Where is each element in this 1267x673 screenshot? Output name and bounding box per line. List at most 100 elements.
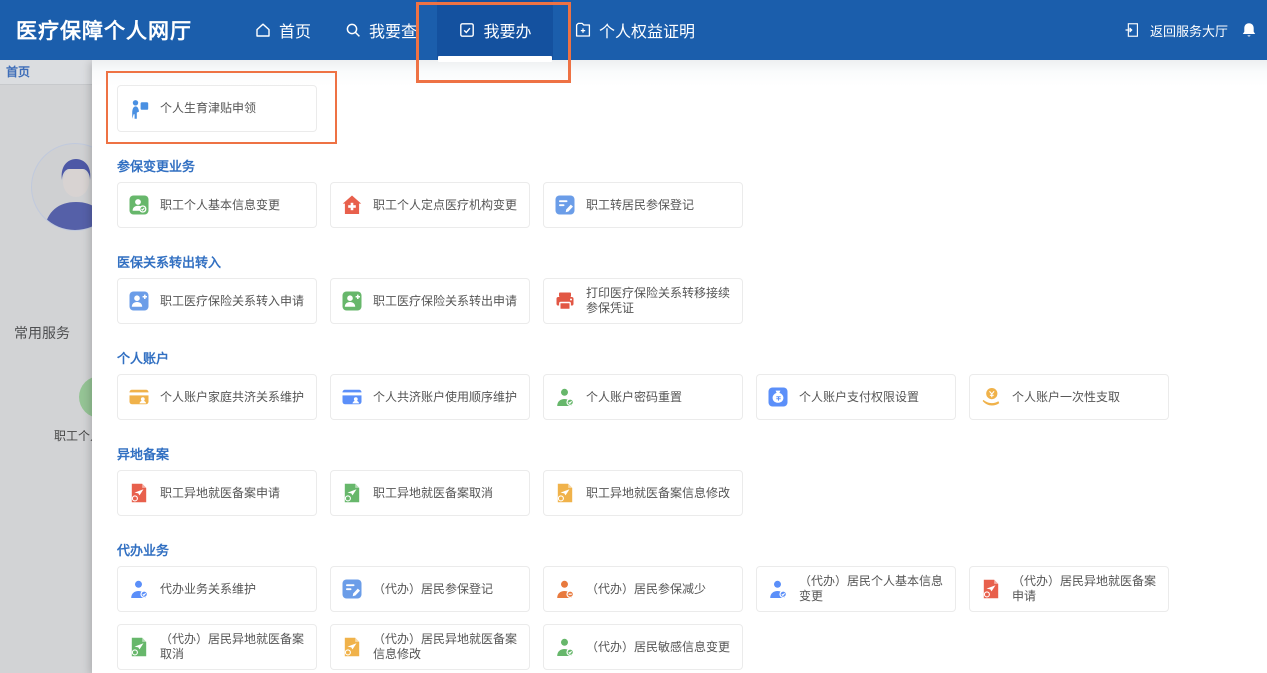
person-check-icon: [128, 578, 150, 600]
service-card[interactable]: （代办）居民异地就医备案取消: [117, 624, 317, 670]
section-title: 医保关系转出转入: [117, 252, 1267, 271]
exit-doc-icon: [1124, 21, 1141, 39]
printer-icon: [554, 290, 576, 312]
service-sections: 参保变更业务职工个人基本信息变更 职工个人定点医疗机构变更 职工转居民参保登记医保关…: [117, 156, 1267, 670]
doc-plane-icon: [128, 482, 150, 504]
featured-service-area: 个人生育津贴申领: [117, 85, 317, 132]
service-card[interactable]: （代办）居民参保减少: [543, 566, 743, 612]
service-card[interactable]: 个人账户支付权限设置: [756, 374, 956, 420]
section-cards: 职工异地就医备案申请 职工异地就医备案取消 职工异地就医备案信息修改: [117, 470, 1209, 516]
section-title: 代办业务: [117, 540, 1267, 559]
person-check-icon: [554, 386, 576, 408]
service-card-label: 打印医疗保险关系转移接续参保凭证: [586, 286, 732, 316]
service-card[interactable]: 职工个人基本信息变更: [117, 182, 317, 228]
service-card-label: （代办）居民异地就医备案取消: [160, 632, 306, 662]
nav-label: 个人权益证明: [599, 18, 695, 42]
page-tabstrip: 首页: [0, 60, 92, 85]
service-card[interactable]: （代办）居民异地就医备案信息修改: [330, 624, 530, 670]
active-tab-indicator: [438, 56, 552, 62]
service-card-maternity-allowance[interactable]: 个人生育津贴申领: [117, 85, 317, 132]
service-card[interactable]: 职工医疗保险关系转入申请: [117, 278, 317, 324]
page: 首页 常用服务 职工个人 个人生育津贴申领 参保变更业务职工个人基本信息变更职工…: [0, 0, 1267, 673]
service-card[interactable]: 打印医疗保险关系转移接续参保凭证: [543, 278, 743, 324]
nav-item-home[interactable]: 首页: [254, 0, 311, 60]
house-cross-icon: [341, 194, 363, 216]
person-plus-box-icon: [128, 290, 150, 312]
service-card-label: 个人生育津贴申领: [160, 101, 256, 116]
breadcrumb-tab-home[interactable]: 首页: [6, 65, 30, 79]
services-dropdown-panel: 个人生育津贴申领 参保变更业务职工个人基本信息变更 职工个人定点医疗机构变更 职工转…: [92, 60, 1267, 673]
service-card-label: 个人账户支付权限设置: [799, 390, 919, 405]
service-card[interactable]: 个人账户密码重置: [543, 374, 743, 420]
section-title: 参保变更业务: [117, 156, 1267, 175]
home-icon: [254, 21, 272, 39]
doc-plane-icon: [128, 636, 150, 658]
mother-baby-icon: [128, 98, 150, 120]
coin-hand-icon: [980, 386, 1002, 408]
doc-plane-icon: [554, 482, 576, 504]
bank-card-icon: [341, 386, 363, 408]
doc-pen-box-icon: [341, 578, 363, 600]
money-bag-box-icon: [767, 386, 789, 408]
service-card[interactable]: 职工转居民参保登记: [543, 182, 743, 228]
service-card[interactable]: （代办）居民敏感信息变更: [543, 624, 743, 670]
nav-label: 我要办: [483, 18, 531, 42]
section-cards: 代办业务关系维护 （代办）居民参保登记 （代办）居民参保减少 （代办）居民个人基本信息…: [117, 566, 1209, 670]
return-hall-label: 返回服务大厅: [1150, 21, 1228, 40]
service-card-label: （代办）居民参保登记: [373, 582, 493, 597]
doc-plane-icon: [980, 578, 1002, 600]
service-card[interactable]: （代办）居民参保登记: [330, 566, 530, 612]
checklist-icon: [458, 21, 476, 39]
service-card[interactable]: 职工医疗保险关系转出申请: [330, 278, 530, 324]
service-card-label: （代办）居民个人基本信息变更: [799, 574, 945, 604]
bank-card-icon: [128, 386, 150, 408]
service-card[interactable]: 代办业务关系维护: [117, 566, 317, 612]
service-section: 代办业务代办业务关系维护 （代办）居民参保登记 （代办）居民参保减少 （代办）居民个人…: [117, 540, 1267, 670]
service-card-label: 个人共济账户使用顺序维护: [373, 390, 517, 405]
section-cards: 职工个人基本信息变更 职工个人定点医疗机构变更 职工转居民参保登记: [117, 182, 1209, 228]
nav-label: 我要查: [369, 18, 417, 42]
service-card-label: 职工异地就医备案申请: [160, 486, 280, 501]
service-card[interactable]: （代办）居民异地就医备案申请: [969, 566, 1169, 612]
nav-item-rights-certificate[interactable]: 个人权益证明: [574, 0, 695, 60]
section-title: 异地备案: [117, 444, 1267, 463]
section-cards: 职工医疗保险关系转入申请 职工医疗保险关系转出申请 打印医疗保险关系转移接续参保凭证: [117, 278, 1209, 324]
person-check-icon: [554, 636, 576, 658]
service-card-label: 个人账户密码重置: [586, 390, 682, 405]
app-title: 医疗保障个人网厅: [16, 0, 192, 60]
service-card-label: 职工医疗保险关系转入申请: [160, 294, 304, 309]
service-card[interactable]: 个人共济账户使用顺序维护: [330, 374, 530, 420]
folder-plus-icon: [574, 21, 592, 39]
service-card[interactable]: 个人账户一次性支取: [969, 374, 1169, 420]
person-plus-box-icon: [341, 290, 363, 312]
service-card[interactable]: 职工异地就医备案申请: [117, 470, 317, 516]
person-check-icon: [767, 578, 789, 600]
service-card[interactable]: 职工个人定点医疗机构变更: [330, 182, 530, 228]
service-card-label: 职工异地就医备案信息修改: [586, 486, 730, 501]
service-section: 异地备案职工异地就医备案申请 职工异地就医备案取消 职工异地就医备案信息修改: [117, 444, 1267, 516]
service-section: 参保变更业务职工个人基本信息变更 职工个人定点医疗机构变更 职工转居民参保登记: [117, 156, 1267, 228]
service-section: 医保关系转出转入职工医疗保险关系转入申请 职工医疗保险关系转出申请 打印医疗保险关系…: [117, 252, 1267, 324]
service-card[interactable]: 个人账户家庭共济关系维护: [117, 374, 317, 420]
notification-bell-icon[interactable]: [1240, 0, 1258, 60]
service-card-label: 职工个人定点医疗机构变更: [373, 198, 517, 213]
doc-plane-icon: [341, 482, 363, 504]
service-card-label: （代办）居民参保减少: [586, 582, 706, 597]
search-icon: [344, 21, 362, 39]
return-service-hall-link[interactable]: 返回服务大厅: [1124, 0, 1228, 60]
nav-item-services-active[interactable]: 我要办: [437, 0, 553, 60]
person-check-box-icon: [128, 194, 150, 216]
service-card[interactable]: （代办）居民个人基本信息变更: [756, 566, 956, 612]
nav-label: 首页: [279, 18, 311, 42]
sidebar-section-title: 常用服务: [14, 323, 70, 343]
service-card-label: 职工医疗保险关系转出申请: [373, 294, 517, 309]
section-title: 个人账户: [117, 348, 1267, 367]
service-card-label: 个人账户家庭共济关系维护: [160, 390, 304, 405]
service-section: 个人账户个人账户家庭共济关系维护 个人共济账户使用顺序维护 个人账户密码重置 个人账户…: [117, 348, 1267, 420]
top-navbar: 医疗保障个人网厅 首页 我要查 我要办 个人权益证明 返回服务大厅: [0, 0, 1267, 60]
service-card[interactable]: 职工异地就医备案取消: [330, 470, 530, 516]
service-card-label: 个人账户一次性支取: [1012, 390, 1120, 405]
nav-item-query[interactable]: 我要查: [344, 0, 417, 60]
service-card[interactable]: 职工异地就医备案信息修改: [543, 470, 743, 516]
service-card-label: 职工异地就医备案取消: [373, 486, 493, 501]
